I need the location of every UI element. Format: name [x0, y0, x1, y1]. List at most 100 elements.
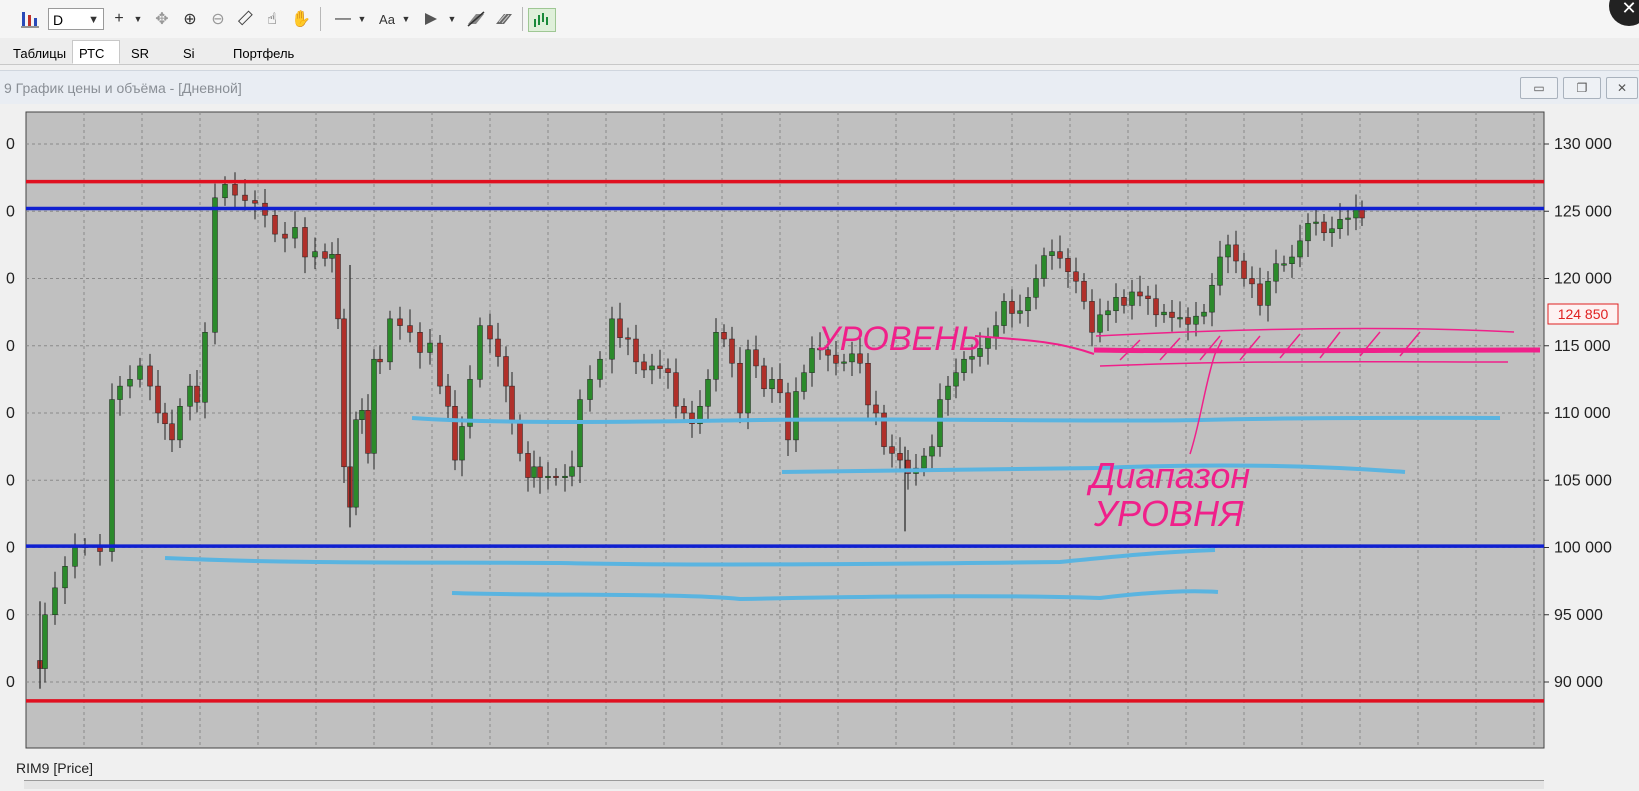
bull-candle — [993, 325, 999, 338]
close-icon[interactable]: ✕ — [1609, 0, 1639, 26]
bear-candle — [1321, 221, 1327, 234]
bear-candle — [625, 337, 631, 340]
bull-candle — [477, 325, 483, 380]
bear-candle — [1081, 280, 1087, 302]
marker-icon[interactable] — [420, 8, 442, 30]
bear-candle — [1073, 271, 1079, 282]
bear-candle — [437, 342, 443, 387]
bear-candle — [633, 338, 639, 363]
bear-candle — [232, 184, 238, 196]
bear-candle — [729, 338, 735, 364]
tab-tables[interactable]: Таблицы — [6, 40, 73, 64]
bull-candle — [1017, 310, 1023, 314]
bear-candle — [1137, 291, 1143, 297]
bear-candle — [407, 325, 413, 333]
left-tick-fragment: 0 — [6, 472, 15, 489]
period-select[interactable]: D ▼ — [48, 8, 104, 30]
bear-candle — [272, 215, 278, 235]
bull-candle — [577, 399, 583, 468]
bull-candle — [1025, 297, 1031, 312]
level-line — [1093, 347, 1541, 354]
bull-candle — [985, 337, 991, 349]
tab-rts[interactable]: РТС — [72, 40, 120, 64]
tab-portfolio[interactable]: Портфель — [226, 40, 301, 64]
price-chart[interactable]: УРОВЕНЬ Диапазон УРОВНЯ 90 000 95 000 100 … — [0, 104, 1639, 788]
crosshair-icon[interactable]: + — [110, 8, 128, 30]
bull-candle — [793, 391, 799, 441]
clear-drawings-icon[interactable] — [492, 8, 516, 30]
bull-candle — [1273, 263, 1279, 282]
chevron-down-icon: ▼ — [88, 14, 99, 26]
bear-candle — [365, 410, 371, 454]
bull-candle — [1345, 217, 1351, 220]
bull-candle — [1193, 315, 1199, 325]
bear-candle — [335, 254, 341, 320]
eraser-icon[interactable] — [464, 8, 488, 30]
marker-dropdown-icon[interactable]: ▼ — [446, 8, 458, 30]
bear-candle — [322, 251, 328, 259]
bear-candle — [1065, 258, 1071, 273]
left-tick-fragment: 0 — [6, 203, 15, 220]
workspace-tabs: Таблицы РТС SR Si Портфель — [0, 38, 1639, 65]
bull-candle — [1217, 256, 1223, 286]
bull-candle — [1097, 314, 1103, 333]
bear-candle — [252, 200, 258, 204]
bull-candle — [1281, 263, 1287, 266]
bull-candle — [1161, 311, 1167, 316]
bull-candle — [953, 372, 959, 387]
bull-candle — [117, 385, 123, 400]
bull-candle — [177, 406, 183, 441]
move-icon[interactable]: ✥ — [152, 8, 172, 30]
bull-candle — [187, 385, 193, 407]
bear-candle — [1185, 317, 1191, 325]
bear-candle — [509, 385, 515, 423]
minimize-button[interactable]: ▭ — [1520, 77, 1558, 99]
price-tick-label: 115 000 — [1554, 338, 1611, 355]
hand-cursor-icon[interactable]: ☝ — [262, 8, 282, 30]
bull-candle — [52, 587, 58, 616]
indicator-icon[interactable] — [528, 8, 556, 32]
pan-hand-icon[interactable]: ✋ — [290, 8, 312, 30]
bull-candle — [945, 385, 951, 400]
bull-candle — [459, 426, 465, 461]
bear-candle — [785, 392, 791, 441]
tab-sr[interactable]: SR — [124, 40, 156, 64]
bear-candle — [377, 358, 383, 363]
toolbar-divider — [522, 7, 523, 31]
bull-candle — [42, 614, 48, 669]
bull-candle — [1201, 311, 1207, 317]
bear-candle — [865, 362, 871, 406]
tab-si[interactable]: Si — [176, 40, 202, 64]
bear-candle — [147, 365, 153, 387]
left-tick-fragment: 0 — [6, 607, 15, 624]
bear-candle — [445, 385, 451, 407]
bull-candle — [1265, 280, 1271, 306]
ruler-icon[interactable] — [234, 8, 256, 30]
crosshair-dropdown-icon[interactable]: ▼ — [132, 8, 144, 30]
bull-candle — [1049, 251, 1055, 256]
zoom-in-icon[interactable]: ⊕ — [180, 8, 200, 30]
left-tick-fragment: 0 — [6, 338, 15, 355]
bear-candle — [665, 368, 671, 373]
bull-candle — [531, 466, 537, 478]
bull-candle — [769, 379, 775, 390]
bull-candle — [1329, 228, 1335, 234]
line-tool-icon[interactable]: — — [330, 8, 356, 30]
bull-candle — [801, 372, 807, 392]
text-tool-icon[interactable]: Aa — [376, 8, 398, 30]
price-tick-label: 130 000 — [1554, 136, 1612, 153]
chart-type-icon[interactable] — [18, 8, 42, 30]
window-close-button[interactable]: ✕ — [1606, 77, 1638, 99]
bull-candle — [202, 332, 208, 403]
price-tick-label: 90 000 — [1554, 674, 1603, 691]
zoom-out-icon[interactable]: ⊖ — [208, 8, 228, 30]
line-tool-dropdown-icon[interactable]: ▼ — [356, 8, 368, 30]
bear-candle — [1153, 298, 1159, 316]
bull-candle — [1305, 223, 1311, 242]
bear-candle — [525, 453, 531, 478]
text-tool-dropdown-icon[interactable]: ▼ — [400, 8, 412, 30]
main-toolbar: D ▼ + ▼ ✥ ⊕ ⊖ ☝ ✋ — ▼ Aa ▼ ▼ ✕ — [0, 0, 1639, 39]
instrument-label: RIM9 [Price] — [16, 760, 94, 776]
bull-candle — [371, 358, 377, 454]
maximize-button[interactable]: ❐ — [1563, 77, 1601, 99]
